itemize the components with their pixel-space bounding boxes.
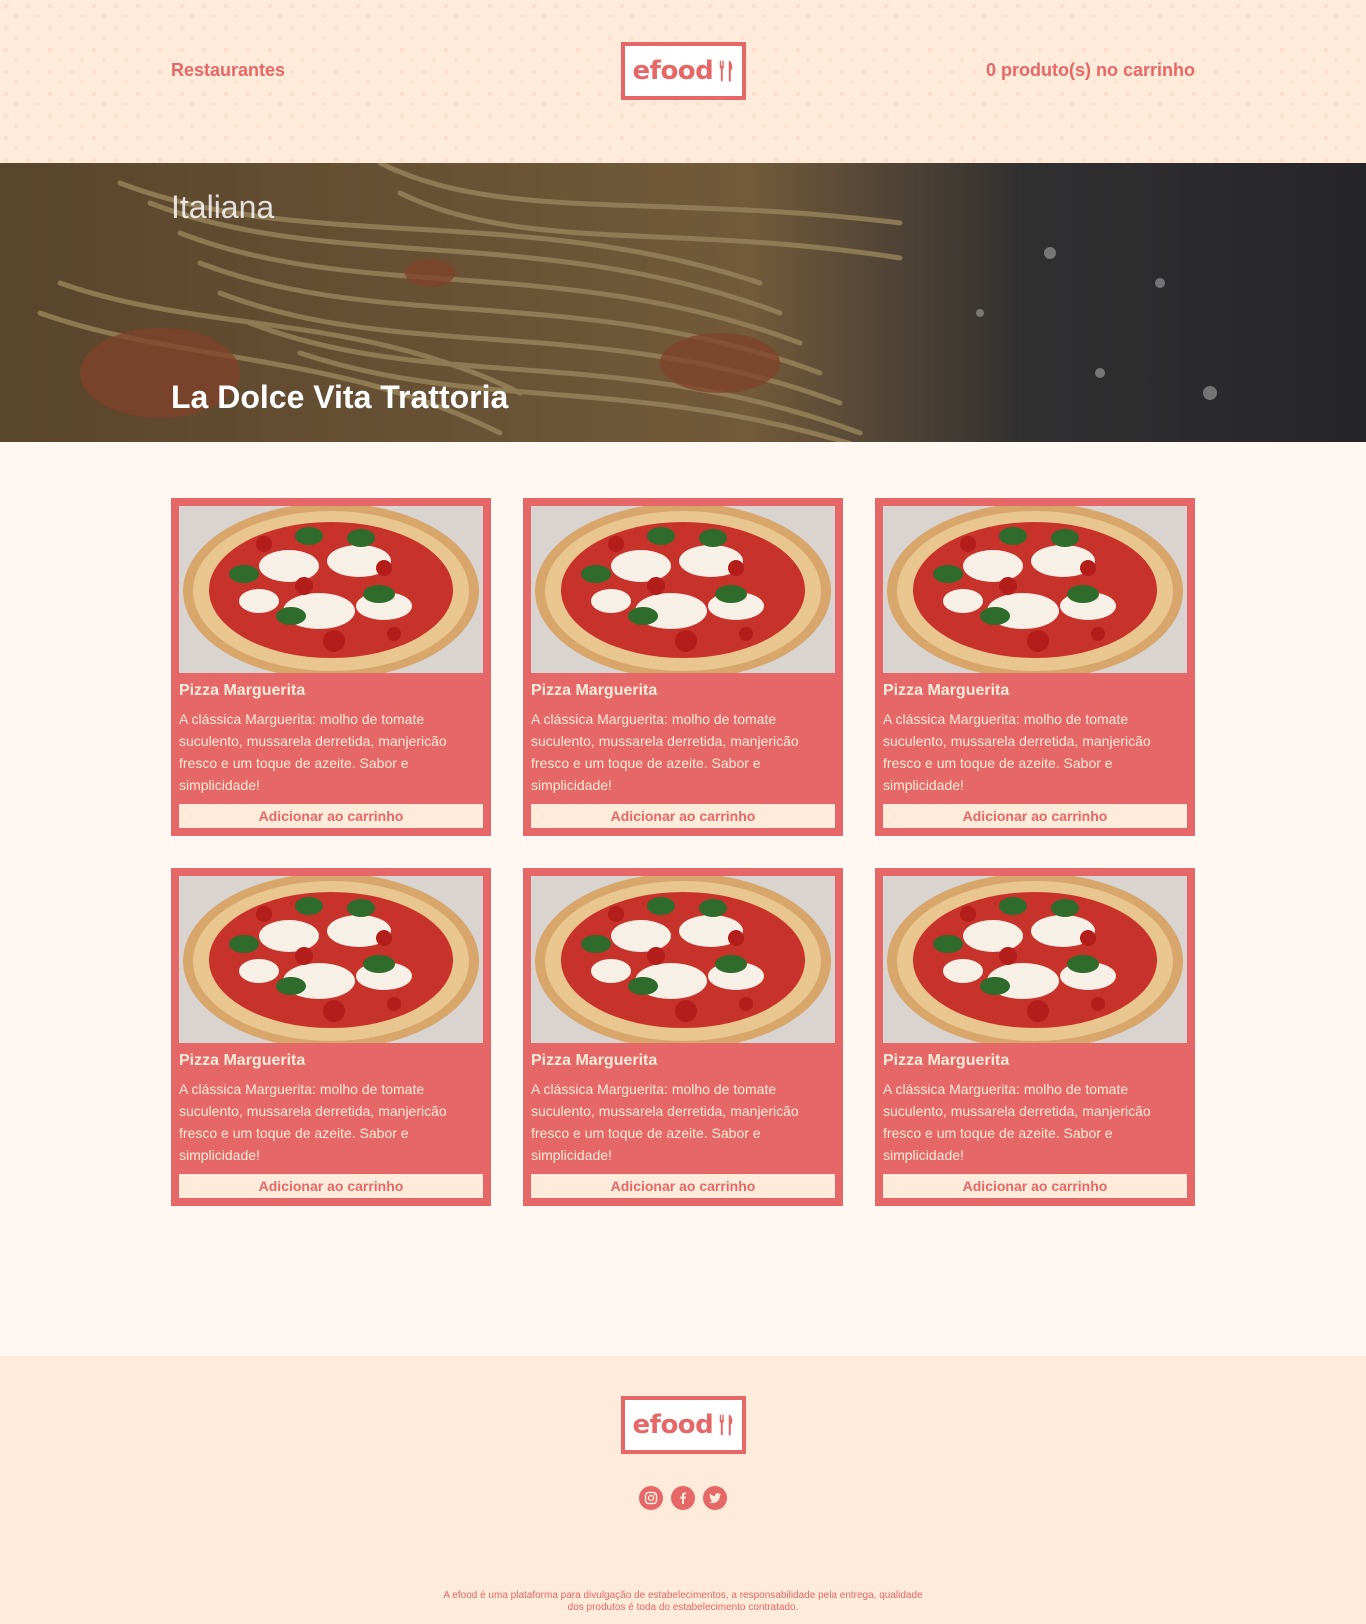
product-description: A clássica Marguerita: molho de tomate s… [531,1081,799,1163]
product-list: Pizza Marguerita A clássica Marguerita: … [171,498,1195,1356]
product-card: Pizza Marguerita A clássica Marguerita: … [875,868,1195,1206]
product-card: Pizza Marguerita A clássica Marguerita: … [171,868,491,1206]
pizza-image [531,506,835,673]
product-title: Pizza Marguerita [179,682,306,699]
pizza-image [883,506,1187,673]
footer-disclaimer: A efood é uma plataforma para divulgação… [443,1590,923,1613]
product-description: A clássica Marguerita: molho de tomate s… [531,711,799,793]
pizza-image [883,876,1187,1043]
cart-link[interactable]: 0 produto(s) no carrinho [935,60,1195,81]
add-to-cart-button[interactable]: Adicionar ao carrinho [531,804,835,828]
add-to-cart-button[interactable]: Adicionar ao carrinho [531,1174,835,1198]
hero-content: Italiana La Dolce Vita Trattoria [171,163,1195,442]
social-links [0,1486,1366,1510]
product-description: A clássica Marguerita: molho de tomate s… [883,711,1151,793]
add-to-cart-button[interactable]: Adicionar ao carrinho [179,804,483,828]
footer-logo[interactable]: efood [620,1396,746,1454]
header-inner: Restaurantes efood 0 produto(s) no carri… [171,0,1195,163]
site-footer: efood A efood é uma plataforma para divu… [0,1356,1366,1624]
product-description: A clássica Marguerita: molho de tomate s… [179,711,447,793]
product-title: Pizza Marguerita [531,1052,658,1069]
product-title: Pizza Marguerita [883,682,1010,699]
add-to-cart-button[interactable]: Adicionar ao carrinho [883,804,1187,828]
add-to-cart-button[interactable]: Adicionar ao carrinho [179,1174,483,1198]
restaurant-hero: Italiana La Dolce Vita Trattoria [0,163,1366,442]
add-to-cart-button[interactable]: Adicionar ao carrinho [883,1174,1187,1198]
product-title: Pizza Marguerita [883,1052,1010,1069]
twitter-icon[interactable] [703,1486,727,1510]
product-card: Pizza Marguerita A clássica Marguerita: … [523,498,843,836]
pizza-image [531,876,835,1043]
product-card: Pizza Marguerita A clássica Marguerita: … [875,498,1195,836]
footer-logo-text: efood [632,1410,714,1440]
cuisine-type: Italiana [171,189,275,225]
restaurants-link[interactable]: Restaurantes [171,60,431,81]
efood-logo[interactable]: efood [620,41,746,100]
instagram-icon[interactable] [639,1486,663,1510]
facebook-icon[interactable] [671,1486,695,1510]
product-title: Pizza Marguerita [179,1052,306,1069]
pizza-image [179,506,483,673]
product-description: A clássica Marguerita: molho de tomate s… [179,1081,447,1163]
pizza-image [179,876,483,1043]
fork-knife-icon [720,60,733,82]
product-card: Pizza Marguerita A clássica Marguerita: … [171,498,491,836]
product-description: A clássica Marguerita: molho de tomate s… [883,1081,1151,1163]
site-header: Restaurantes efood 0 produto(s) no carri… [0,0,1366,163]
product-card: Pizza Marguerita A clássica Marguerita: … [523,868,843,1206]
restaurant-name: La Dolce Vita Trattoria [171,379,509,415]
product-title: Pizza Marguerita [531,682,658,699]
fork-knife-icon [720,1414,733,1436]
logo-text: efood [632,55,714,86]
